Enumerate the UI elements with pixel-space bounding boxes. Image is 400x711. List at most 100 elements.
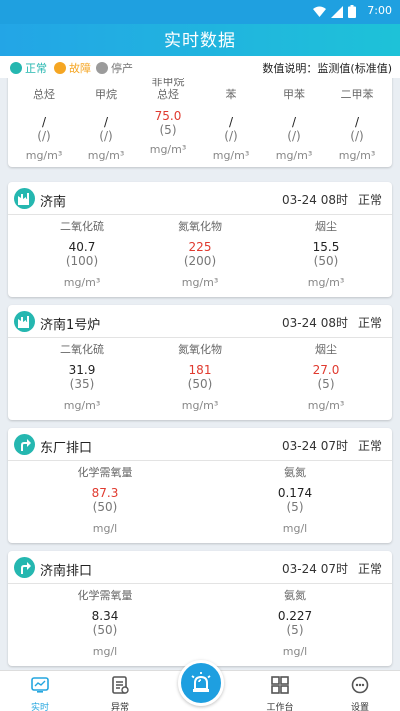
param-name: 化学需氧量	[77, 589, 133, 602]
site-time: 03-24 08时	[282, 193, 348, 207]
param-standard: (50)	[313, 254, 339, 268]
param-value: 225	[188, 240, 212, 254]
monitoring-list[interactable]: 总烃 / (/) mg/m³ 甲烷 / (/) mg/m³ 非甲烷 总烃 75.…	[0, 78, 400, 670]
param-standard: (50)	[92, 500, 118, 514]
site-card-partial[interactable]: 总烃 / (/) mg/m³ 甲烷 / (/) mg/m³ 非甲烷 总烃 75.…	[8, 78, 392, 167]
legend-bar: 正常 故障 停产 数值说明：监测值(标准值)	[0, 56, 400, 78]
param-col: 非甲烷 总烃 75.0 (5) mg/m³	[144, 78, 192, 156]
param-value: /	[103, 115, 109, 129]
param-value: /	[354, 115, 360, 129]
param-value: /	[228, 115, 234, 129]
param-unit: mg/m³	[63, 276, 101, 289]
legend-fault-label: 故障	[69, 62, 91, 75]
settings-icon	[351, 676, 369, 694]
outlet-icon	[14, 557, 35, 578]
tab-abnormal[interactable]: 异常	[90, 675, 150, 711]
param-value: 0.174	[277, 486, 313, 500]
site-status: 正常	[357, 316, 382, 330]
param-name: 烟尘	[315, 220, 337, 233]
param-value: 0.227	[277, 609, 313, 623]
param-col: 烟尘 27.0 (5) mg/m³	[289, 343, 363, 412]
tab-workbench[interactable]: 工作台	[250, 675, 310, 711]
param-name: 二氧化硫	[60, 220, 104, 233]
param-unit: mg/m³	[181, 276, 219, 289]
param-standard: (5)	[159, 123, 177, 137]
legend-stopped-label: 停产	[111, 62, 133, 75]
param-standard: (100)	[65, 254, 99, 268]
site-card-header[interactable]: 济南排口 03-24 07时 正常	[8, 551, 392, 584]
param-col: 氮氧化物 225 (200) mg/m³	[163, 220, 237, 289]
site-card[interactable]: 济南 03-24 08时 正常 二氧化硫 40.7 (100) mg/m³ 氮氧…	[8, 182, 392, 297]
site-time: 03-24 07时	[282, 562, 348, 576]
tab-realtime[interactable]: 实时	[10, 675, 70, 711]
outlet-icon	[14, 434, 35, 455]
param-unit: mg/m³	[149, 143, 187, 156]
param-standard: (/)	[350, 129, 364, 143]
param-value: /	[41, 115, 47, 129]
tab-settings[interactable]: 设置	[330, 675, 390, 711]
param-standard: (35)	[69, 377, 95, 391]
param-value: 87.3	[91, 486, 119, 500]
site-card-header[interactable]: 济南 03-24 08时 正常	[8, 182, 392, 215]
param-unit: mg/m³	[63, 399, 101, 412]
param-unit: mg/m³	[338, 149, 376, 162]
param-standard: (200)	[183, 254, 217, 268]
param-unit: mg/m³	[87, 149, 125, 162]
alarm-button[interactable]	[178, 660, 224, 706]
status-time: 7:00	[367, 4, 392, 17]
tab-label: 实时	[30, 703, 49, 711]
param-standard: (/)	[37, 129, 51, 143]
param-unit: mg/l	[282, 645, 308, 658]
param-col: 二氧化硫 40.7 (100) mg/m³	[45, 220, 119, 289]
param-unit: mg/l	[92, 522, 118, 535]
status-icons	[313, 5, 356, 18]
param-col: 氨氮 0.174 (5) mg/l	[258, 466, 332, 535]
site-name: 东厂排口	[40, 441, 93, 456]
param-name: 化学需氧量	[77, 466, 133, 479]
param-standard: (5)	[286, 500, 304, 514]
grid-icon	[271, 676, 289, 694]
param-unit: mg/m³	[212, 149, 250, 162]
battery-icon	[348, 5, 356, 18]
factory-icon	[14, 188, 35, 209]
monitor-icon	[31, 677, 49, 693]
site-status: 正常	[357, 439, 382, 453]
param-col: 氨氮 0.227 (5) mg/l	[258, 589, 332, 658]
param-col: 甲烷 / (/) mg/m³	[82, 82, 130, 162]
param-standard: (5)	[286, 623, 304, 637]
param-name: 氮氧化物	[178, 220, 222, 233]
site-time: 03-24 08时	[282, 316, 348, 330]
param-value: /	[291, 115, 297, 129]
param-unit: mg/m³	[25, 149, 63, 162]
param-name: 烟尘	[315, 343, 337, 356]
page-title: 实时数据	[164, 31, 236, 51]
site-card[interactable]: 济南1号炉 03-24 08时 正常 二氧化硫 31.9 (35) mg/m³ …	[8, 305, 392, 420]
param-unit: mg/l	[92, 645, 118, 658]
app-bar: 实时数据	[0, 24, 400, 56]
param-col: 甲苯 / (/) mg/m³	[270, 82, 318, 162]
site-card-header[interactable]: 济南1号炉 03-24 08时 正常	[8, 305, 392, 338]
param-unit: mg/m³	[181, 399, 219, 412]
stopped-status-dot	[96, 62, 108, 74]
site-name: 济南1号炉	[40, 318, 101, 333]
site-card[interactable]: 济南排口 03-24 07时 正常 化学需氧量 8.34 (50) mg/l 氨…	[8, 551, 392, 666]
param-name: 甲苯	[283, 88, 305, 101]
tab-label: 设置	[350, 703, 369, 711]
param-value: 40.7	[68, 240, 96, 254]
wifi-icon	[313, 6, 326, 17]
param-col: 化学需氧量 8.34 (50) mg/l	[68, 589, 142, 658]
document-icon	[112, 676, 129, 694]
param-standard: (/)	[287, 129, 301, 143]
alarm-light-icon	[191, 672, 211, 692]
param-col: 化学需氧量 87.3 (50) mg/l	[68, 466, 142, 535]
param-standard: (50)	[187, 377, 213, 391]
param-value: 15.5	[312, 240, 340, 254]
site-card-header[interactable]: 东厂排口 03-24 07时 正常	[8, 428, 392, 461]
site-status: 正常	[357, 562, 382, 576]
param-value: 27.0	[312, 363, 340, 377]
site-time: 03-24 07时	[282, 439, 348, 453]
param-col: 苯 / (/) mg/m³	[207, 82, 255, 162]
param-name: 二氧化硫	[60, 343, 104, 356]
site-card[interactable]: 东厂排口 03-24 07时 正常 化学需氧量 87.3 (50) mg/l 氨…	[8, 428, 392, 543]
param-value: 75.0	[154, 109, 182, 123]
